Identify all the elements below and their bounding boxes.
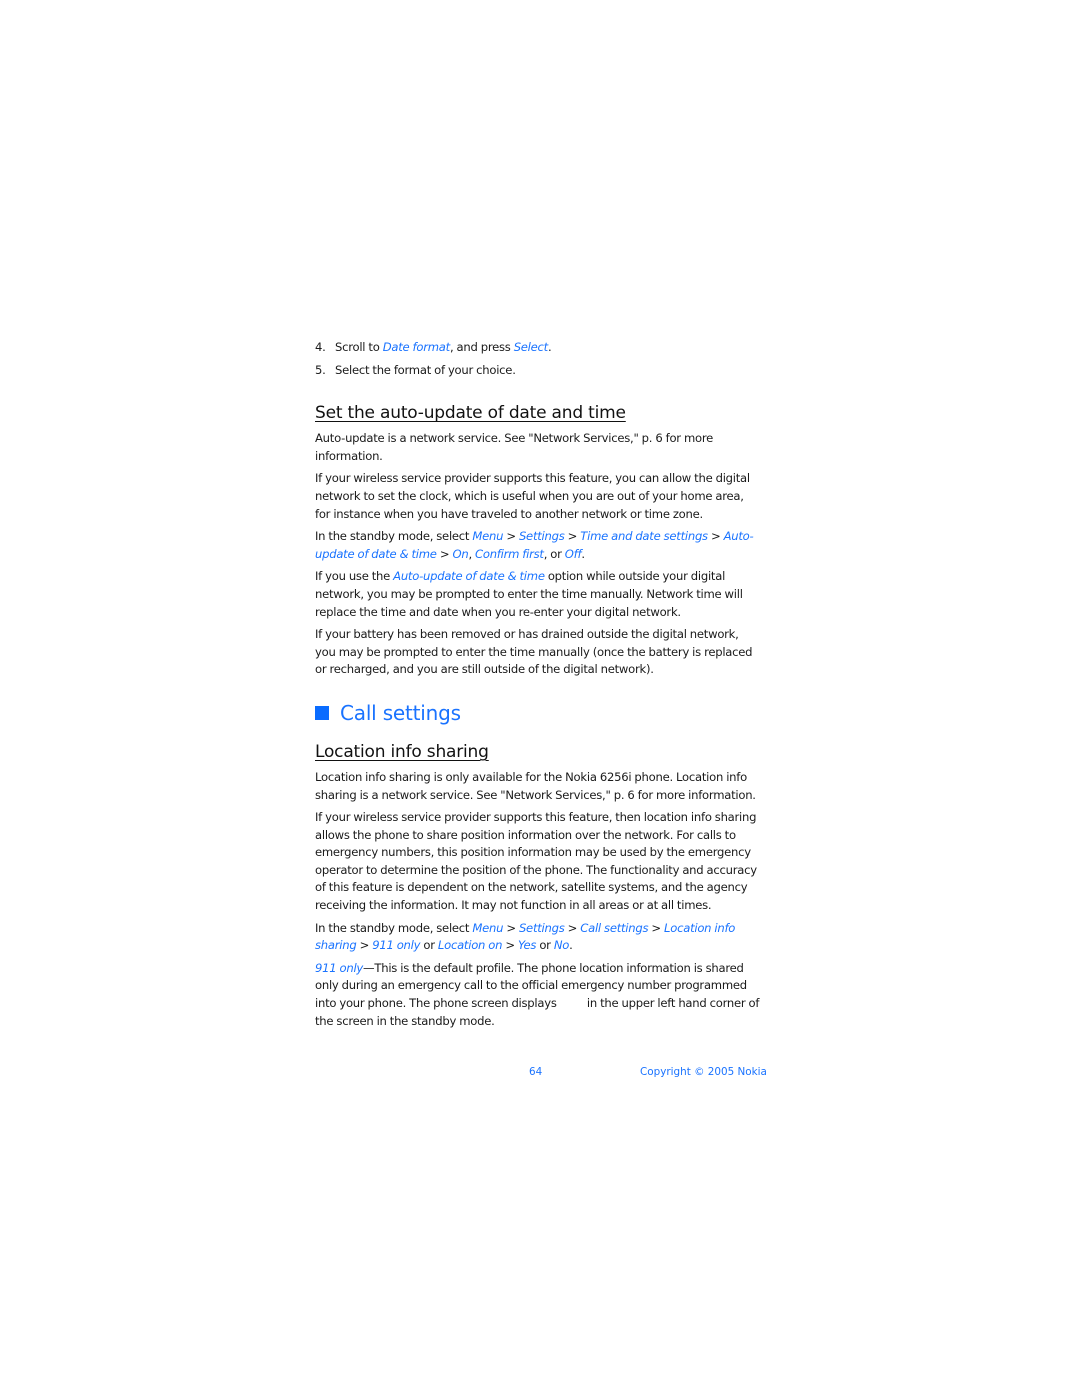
location-menu-path: In the standby mode, select Menu > Setti… <box>315 920 736 953</box>
auto-update-option-link[interactable]: Auto-update of date & time <box>393 569 545 583</box>
location-paragraph-4: 911 only—This is the default profile. Th… <box>315 960 760 1028</box>
911-only-term[interactable]: 911 only <box>315 961 363 975</box>
confirm-first-link[interactable]: Confirm first <box>475 547 544 561</box>
off-link[interactable]: Off <box>565 547 582 561</box>
911-only-link[interactable]: 911 only <box>372 938 420 952</box>
copyright-notice: Copyright © 2005 Nokia <box>640 1066 767 1078</box>
auto-update-heading: Set the auto-update of date and time <box>315 403 626 424</box>
auto-update-paragraph-2: If your wireless service provider suppor… <box>315 471 750 521</box>
page-number: 64 <box>529 1066 543 1078</box>
menu-link[interactable]: Menu <box>472 921 503 935</box>
call-settings-title: Call settings <box>315 700 760 726</box>
yes-link[interactable]: Yes <box>518 938 536 952</box>
no-link[interactable]: No <box>554 938 570 952</box>
menu-link[interactable]: Menu <box>472 529 503 543</box>
date-format-link[interactable]: Date format <box>383 340 450 354</box>
step-number: 4. <box>315 340 326 354</box>
auto-update-paragraph-5: If your battery has been removed or has … <box>315 627 753 677</box>
step-text: Select the format of your choice. <box>335 362 516 377</box>
step-4: 4. Scroll to Date format, and press Sele… <box>315 339 760 357</box>
call-settings-title-text: Call settings <box>340 700 461 725</box>
call-settings-link[interactable]: Call settings <box>580 921 648 935</box>
auto-update-menu-path: In the standby mode, select Menu > Setti… <box>315 529 754 561</box>
location-paragraph-2: If your wireless service provider suppor… <box>315 810 757 913</box>
location-on-link[interactable]: Location on <box>438 938 503 952</box>
on-link[interactable]: On <box>452 547 468 561</box>
settings-link[interactable]: Settings <box>519 529 565 543</box>
auto-update-paragraph-4: If you use the Auto-update of date & tim… <box>315 569 743 619</box>
step-number: 5. <box>315 362 326 377</box>
step-5: 5. Select the format of your choice. <box>315 362 760 380</box>
document-page: 4. Scroll to Date format, and press Sele… <box>315 339 760 1035</box>
location-indicator-icon <box>560 997 584 1007</box>
auto-update-paragraph-1: Auto-update is a network service. See "N… <box>315 431 713 463</box>
location-info-sharing-heading: Location info sharing <box>315 741 489 762</box>
step-text: Scroll to Date format, and press Select. <box>335 340 552 354</box>
location-paragraph-1: Location info sharing is only available … <box>315 769 756 802</box>
section-square-icon <box>315 705 329 720</box>
time-date-settings-link[interactable]: Time and date settings <box>580 529 708 543</box>
settings-link[interactable]: Settings <box>519 921 565 935</box>
select-link[interactable]: Select <box>514 340 549 354</box>
